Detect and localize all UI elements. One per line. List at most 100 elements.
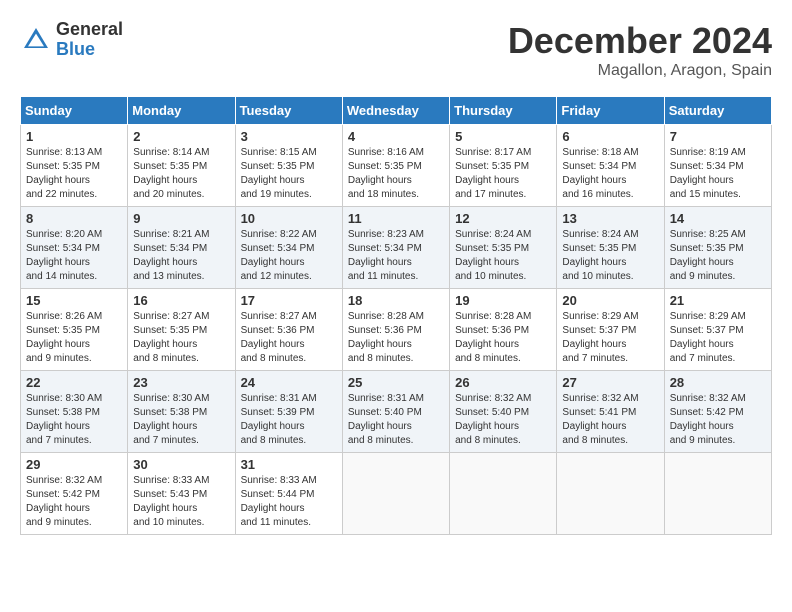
calendar-cell [450,453,557,535]
day-info: Sunrise: 8:26 AMSunset: 5:35 PMDaylight … [26,311,102,364]
calendar-cell: 7 Sunrise: 8:19 AMSunset: 5:34 PMDayligh… [664,125,771,207]
calendar-cell [342,453,449,535]
logo-general-text: General [56,20,123,40]
day-info: Sunrise: 8:19 AMSunset: 5:34 PMDaylight … [670,147,746,200]
calendar-cell: 4 Sunrise: 8:16 AMSunset: 5:35 PMDayligh… [342,125,449,207]
day-number: 29 [26,457,122,472]
day-info: Sunrise: 8:20 AMSunset: 5:34 PMDaylight … [26,229,102,282]
calendar-cell: 30 Sunrise: 8:33 AMSunset: 5:43 PMDaylig… [128,453,235,535]
day-number: 10 [241,211,337,226]
calendar-cell: 10 Sunrise: 8:22 AMSunset: 5:34 PMDaylig… [235,207,342,289]
location: Magallon, Aragon, Spain [508,62,772,80]
calendar-cell: 23 Sunrise: 8:30 AMSunset: 5:38 PMDaylig… [128,371,235,453]
day-info: Sunrise: 8:15 AMSunset: 5:35 PMDaylight … [241,147,317,200]
month-title: December 2024 [508,20,772,62]
title-block: December 2024 Magallon, Aragon, Spain [508,20,772,80]
calendar-cell: 8 Sunrise: 8:20 AMSunset: 5:34 PMDayligh… [21,207,128,289]
day-info: Sunrise: 8:30 AMSunset: 5:38 PMDaylight … [26,393,102,446]
calendar-cell [557,453,664,535]
page-header: General Blue December 2024 Magallon, Ara… [20,20,772,80]
day-info: Sunrise: 8:14 AMSunset: 5:35 PMDaylight … [133,147,209,200]
calendar-cell [664,453,771,535]
calendar-header-cell: Friday [557,97,664,125]
day-info: Sunrise: 8:33 AMSunset: 5:43 PMDaylight … [133,475,209,528]
day-number: 21 [670,293,766,308]
calendar-cell: 21 Sunrise: 8:29 AMSunset: 5:37 PMDaylig… [664,289,771,371]
day-number: 22 [26,375,122,390]
calendar-cell: 29 Sunrise: 8:32 AMSunset: 5:42 PMDaylig… [21,453,128,535]
calendar-cell: 26 Sunrise: 8:32 AMSunset: 5:40 PMDaylig… [450,371,557,453]
day-number: 16 [133,293,229,308]
day-info: Sunrise: 8:16 AMSunset: 5:35 PMDaylight … [348,147,424,200]
calendar-week-row: 15 Sunrise: 8:26 AMSunset: 5:35 PMDaylig… [21,289,772,371]
calendar-header-cell: Thursday [450,97,557,125]
day-info: Sunrise: 8:32 AMSunset: 5:41 PMDaylight … [562,393,638,446]
day-info: Sunrise: 8:18 AMSunset: 5:34 PMDaylight … [562,147,638,200]
calendar-cell: 27 Sunrise: 8:32 AMSunset: 5:41 PMDaylig… [557,371,664,453]
day-number: 15 [26,293,122,308]
day-info: Sunrise: 8:17 AMSunset: 5:35 PMDaylight … [455,147,531,200]
calendar-cell: 15 Sunrise: 8:26 AMSunset: 5:35 PMDaylig… [21,289,128,371]
calendar-cell: 5 Sunrise: 8:17 AMSunset: 5:35 PMDayligh… [450,125,557,207]
calendar-cell: 2 Sunrise: 8:14 AMSunset: 5:35 PMDayligh… [128,125,235,207]
day-number: 4 [348,129,444,144]
day-info: Sunrise: 8:30 AMSunset: 5:38 PMDaylight … [133,393,209,446]
day-info: Sunrise: 8:28 AMSunset: 5:36 PMDaylight … [455,311,531,364]
day-info: Sunrise: 8:29 AMSunset: 5:37 PMDaylight … [562,311,638,364]
day-number: 31 [241,457,337,472]
day-number: 25 [348,375,444,390]
day-info: Sunrise: 8:28 AMSunset: 5:36 PMDaylight … [348,311,424,364]
logo: General Blue [20,20,123,60]
calendar-header-cell: Saturday [664,97,771,125]
day-info: Sunrise: 8:33 AMSunset: 5:44 PMDaylight … [241,475,317,528]
calendar-cell: 28 Sunrise: 8:32 AMSunset: 5:42 PMDaylig… [664,371,771,453]
day-info: Sunrise: 8:27 AMSunset: 5:36 PMDaylight … [241,311,317,364]
calendar-week-row: 22 Sunrise: 8:30 AMSunset: 5:38 PMDaylig… [21,371,772,453]
calendar-cell: 25 Sunrise: 8:31 AMSunset: 5:40 PMDaylig… [342,371,449,453]
day-number: 9 [133,211,229,226]
logo-blue-text: Blue [56,40,123,60]
day-info: Sunrise: 8:32 AMSunset: 5:42 PMDaylight … [26,475,102,528]
calendar-cell: 18 Sunrise: 8:28 AMSunset: 5:36 PMDaylig… [342,289,449,371]
calendar-header-cell: Tuesday [235,97,342,125]
day-number: 17 [241,293,337,308]
day-info: Sunrise: 8:22 AMSunset: 5:34 PMDaylight … [241,229,317,282]
day-number: 5 [455,129,551,144]
day-info: Sunrise: 8:24 AMSunset: 5:35 PMDaylight … [562,229,638,282]
calendar-cell: 3 Sunrise: 8:15 AMSunset: 5:35 PMDayligh… [235,125,342,207]
calendar-cell: 12 Sunrise: 8:24 AMSunset: 5:35 PMDaylig… [450,207,557,289]
day-info: Sunrise: 8:21 AMSunset: 5:34 PMDaylight … [133,229,209,282]
calendar-cell: 19 Sunrise: 8:28 AMSunset: 5:36 PMDaylig… [450,289,557,371]
day-number: 8 [26,211,122,226]
calendar-table: SundayMondayTuesdayWednesdayThursdayFrid… [20,96,772,535]
calendar-week-row: 8 Sunrise: 8:20 AMSunset: 5:34 PMDayligh… [21,207,772,289]
day-number: 23 [133,375,229,390]
day-info: Sunrise: 8:25 AMSunset: 5:35 PMDaylight … [670,229,746,282]
calendar-cell: 17 Sunrise: 8:27 AMSunset: 5:36 PMDaylig… [235,289,342,371]
day-info: Sunrise: 8:24 AMSunset: 5:35 PMDaylight … [455,229,531,282]
day-number: 11 [348,211,444,226]
calendar-cell: 22 Sunrise: 8:30 AMSunset: 5:38 PMDaylig… [21,371,128,453]
calendar-header-cell: Sunday [21,97,128,125]
day-info: Sunrise: 8:23 AMSunset: 5:34 PMDaylight … [348,229,424,282]
calendar-body: 1 Sunrise: 8:13 AMSunset: 5:35 PMDayligh… [21,125,772,535]
calendar-cell: 20 Sunrise: 8:29 AMSunset: 5:37 PMDaylig… [557,289,664,371]
calendar-header-cell: Monday [128,97,235,125]
day-info: Sunrise: 8:31 AMSunset: 5:39 PMDaylight … [241,393,317,446]
day-number: 13 [562,211,658,226]
day-number: 18 [348,293,444,308]
calendar-week-row: 1 Sunrise: 8:13 AMSunset: 5:35 PMDayligh… [21,125,772,207]
calendar-cell: 24 Sunrise: 8:31 AMSunset: 5:39 PMDaylig… [235,371,342,453]
day-number: 26 [455,375,551,390]
calendar-header-cell: Wednesday [342,97,449,125]
day-number: 14 [670,211,766,226]
calendar-cell: 31 Sunrise: 8:33 AMSunset: 5:44 PMDaylig… [235,453,342,535]
day-info: Sunrise: 8:32 AMSunset: 5:42 PMDaylight … [670,393,746,446]
calendar-cell: 1 Sunrise: 8:13 AMSunset: 5:35 PMDayligh… [21,125,128,207]
day-number: 20 [562,293,658,308]
calendar-cell: 6 Sunrise: 8:18 AMSunset: 5:34 PMDayligh… [557,125,664,207]
day-number: 24 [241,375,337,390]
calendar-cell: 14 Sunrise: 8:25 AMSunset: 5:35 PMDaylig… [664,207,771,289]
day-number: 30 [133,457,229,472]
calendar-cell: 11 Sunrise: 8:23 AMSunset: 5:34 PMDaylig… [342,207,449,289]
